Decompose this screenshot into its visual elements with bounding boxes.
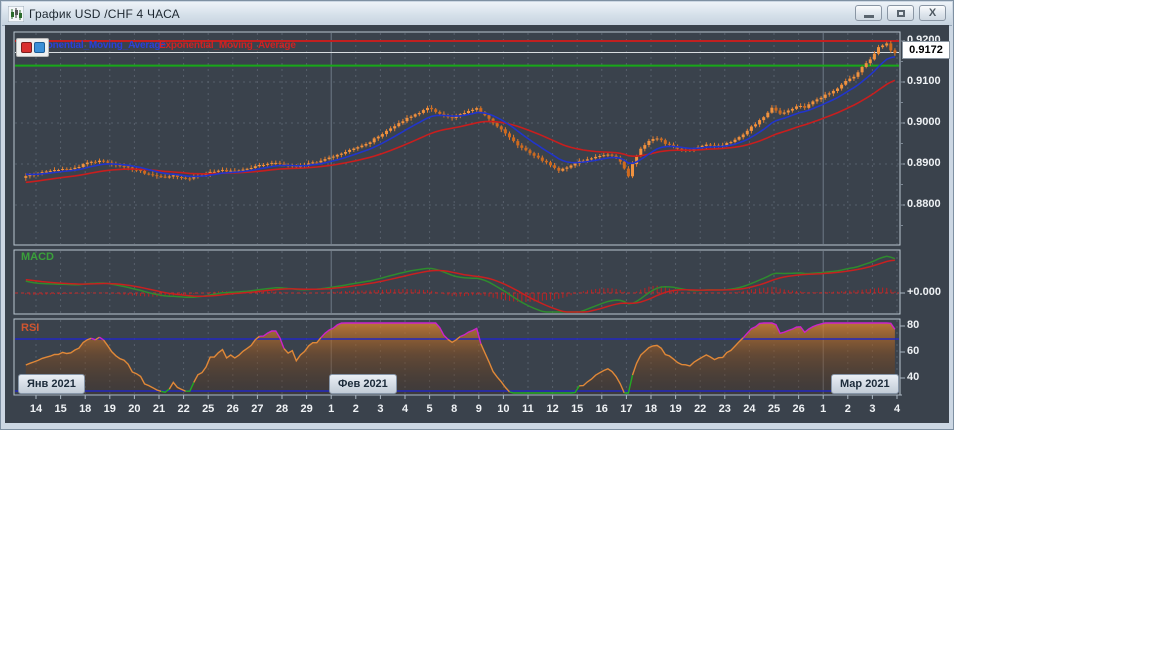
day-axis-label: 26 [792, 403, 805, 415]
rsi-axis-label: 60 [907, 345, 920, 357]
price-axis-label: 0.8800 [907, 198, 941, 210]
day-axis-label: 17 [620, 403, 633, 415]
day-axis-label: 21 [152, 403, 166, 415]
day-axis-label: 26 [226, 403, 239, 415]
ema-fast-toggle-button[interactable] [33, 42, 45, 53]
chart-window: График USD /CHF 4 ЧАСА X Exponential_Mov… [0, 0, 954, 430]
day-axis-label: 27 [251, 403, 264, 415]
day-axis-label: 10 [497, 403, 510, 415]
minimize-icon [863, 14, 874, 18]
day-axis-label: 8 [451, 403, 458, 415]
title-bar[interactable]: График USD /CHF 4 ЧАСА X [2, 2, 952, 26]
rsi-panel-label: RSI [21, 322, 40, 334]
day-axis-label: 3 [869, 403, 876, 415]
restore-button[interactable] [887, 5, 914, 21]
day-axis-label: 23 [718, 403, 731, 415]
day-axis-label: 9 [475, 403, 482, 415]
month-marker-box: Мар 2021 [831, 374, 899, 394]
day-axis-label: 22 [177, 403, 190, 415]
day-axis-label: 14 [29, 403, 43, 415]
day-axis-label: 20 [128, 403, 141, 415]
window-title: График USD /CHF 4 ЧАСА [29, 6, 180, 21]
day-axis-label: 15 [54, 403, 67, 415]
indicator-toggle-chip [16, 38, 49, 57]
day-axis-label: 18 [79, 403, 92, 415]
day-axis-label: 4 [893, 403, 901, 415]
day-axis-label: 5 [426, 403, 433, 415]
day-axis-label: 1 [328, 403, 335, 415]
price-axis-label: 0.9100 [907, 75, 941, 87]
current-price-badge: 0.9172 [902, 41, 950, 59]
day-axis-label: 25 [767, 403, 781, 415]
day-axis-label: 19 [669, 403, 682, 415]
minimize-button[interactable] [855, 5, 882, 21]
rsi-axis-label: 40 [907, 371, 920, 383]
day-axis-label: 16 [595, 403, 608, 415]
day-axis-label: 25 [202, 403, 215, 415]
price-axis-label: 0.8900 [907, 157, 941, 169]
day-axis-label: 24 [743, 403, 756, 415]
day-axis-label: 22 [694, 403, 707, 415]
window-controls: X [855, 5, 946, 21]
day-axis-label: 28 [275, 403, 289, 415]
macd-zero-label: +0.000 [907, 286, 941, 298]
day-axis-label: 12 [546, 403, 559, 415]
day-axis-label: 15 [571, 403, 584, 415]
day-axis-label: 2 [352, 403, 359, 415]
close-button[interactable]: X [919, 5, 946, 21]
rsi-axis-label: 80 [907, 319, 920, 331]
month-marker-box: Фев 2021 [329, 374, 397, 394]
day-axis-label: 29 [300, 403, 313, 415]
ema-fast-legend-label: Exponential_Moving_Average [29, 40, 166, 51]
day-axis-label: 4 [401, 403, 409, 415]
day-axis-label: 19 [103, 403, 116, 415]
macd-panel-label: MACD [21, 251, 54, 263]
day-axis-label: 3 [377, 403, 384, 415]
month-marker-box: Янв 2021 [18, 374, 85, 394]
day-axis-label: 1 [820, 403, 827, 415]
ema-slow-legend-label: Exponential_Moving_Average [159, 40, 296, 51]
desktop: График USD /CHF 4 ЧАСА X Exponential_Mov… [0, 0, 1152, 648]
restore-icon [896, 9, 905, 17]
candlestick-chart-icon [8, 5, 24, 22]
price-axis-label: 0.9000 [907, 116, 941, 128]
day-axis-label: 11 [522, 403, 534, 415]
close-icon: X [928, 6, 937, 19]
day-axis-label: 2 [844, 403, 851, 415]
chart-canvas[interactable] [5, 25, 949, 423]
ema-slow-toggle-button[interactable] [20, 42, 32, 53]
day-axis-label: 18 [644, 403, 658, 415]
